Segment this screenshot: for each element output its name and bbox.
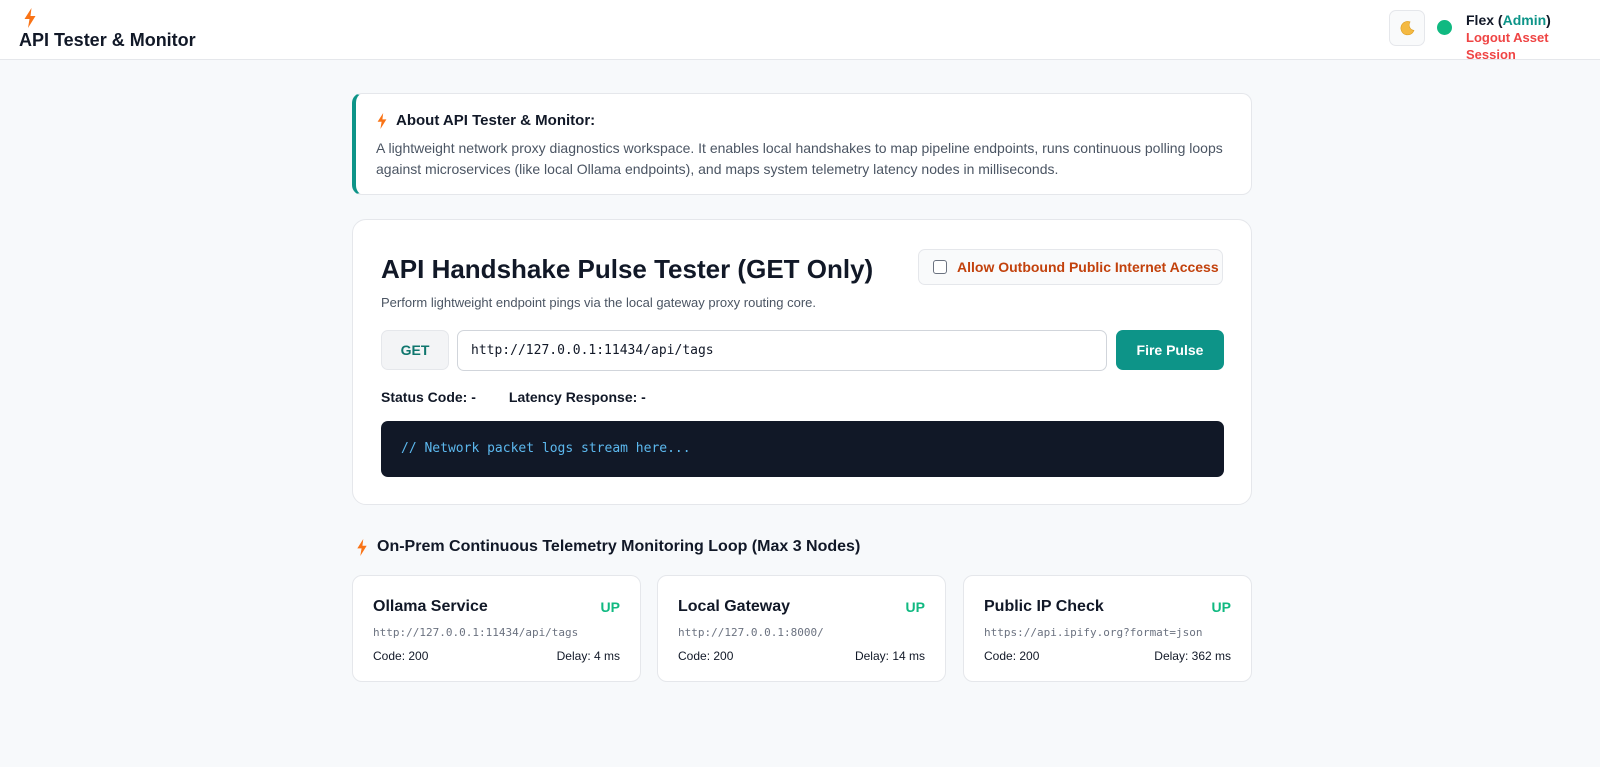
status-code-readout: Status Code: - [381,389,476,405]
about-heading: About API Tester & Monitor: [376,112,1231,129]
public-access-toggle[interactable]: Allow Outbound Public Internet Access [918,249,1223,285]
fire-pulse-button[interactable]: Fire Pulse [1116,330,1224,370]
node-delay: Delay: 4 ms [556,649,620,663]
bolt-icon [377,112,387,129]
node-status-badge: UP [600,599,620,615]
node-card-local-gateway: Local Gateway UP http://127.0.0.1:8000/ … [657,575,946,682]
app-title: API Tester & Monitor [19,30,196,50]
tester-title: API Handshake Pulse Tester (GET Only) [381,254,874,284]
public-access-checkbox[interactable] [933,260,947,274]
user-info: Flex (Admin) Logout Asset Session [1466,12,1600,63]
pulse-tester-card: API Handshake Pulse Tester (GET Only) Pe… [352,219,1252,505]
node-code: Code: 200 [373,649,429,663]
node-url: https://api.ipify.org?format=json [984,626,1203,639]
node-code: Code: 200 [984,649,1040,663]
packet-log-console: // Network packet logs stream here... [381,421,1224,477]
user-role-close: ) [1546,12,1551,28]
brand: API Tester & Monitor [19,8,196,51]
node-name: Ollama Service [373,598,488,615]
top-bar: API Tester & Monitor Flex (Admin) Logout… [0,0,1600,63]
node-card-ollama: Ollama Service UP http://127.0.0.1:11434… [352,575,641,682]
user-name: Flex [1466,12,1495,28]
response-metrics: Status Code: - Latency Response: - [381,389,646,405]
node-card-public-ip: Public IP Check UP https://api.ipify.org… [963,575,1252,682]
about-description: A lightweight network proxy diagnostics … [376,140,1223,177]
monitor-heading: On-Prem Continuous Telemetry Monitoring … [356,538,860,556]
about-panel: About API Tester & Monitor: A lightweigh… [352,93,1252,195]
moon-icon [1400,21,1415,36]
connection-status-dot [1437,20,1452,35]
bolt-icon [24,8,36,28]
user-role: Admin [1502,12,1547,28]
bolt-icon [357,538,367,556]
logout-link[interactable]: Logout Asset Session [1466,29,1600,63]
tester-subtitle: Perform lightweight endpoint pings via t… [381,295,817,310]
node-url: http://127.0.0.1:8000/ [678,626,824,639]
node-status-badge: UP [905,599,925,615]
node-name: Local Gateway [678,598,791,615]
node-delay: Delay: 362 ms [1154,649,1231,663]
latency-readout: Latency Response: - [508,389,646,405]
node-url: http://127.0.0.1:11434/api/tags [373,626,579,639]
node-name: Public IP Check [984,598,1104,615]
endpoint-url-input[interactable] [457,330,1107,371]
about-title: About API Tester & Monitor: [396,112,596,129]
theme-toggle-button[interactable] [1389,10,1425,46]
public-access-label: Allow Outbound Public Internet Access [957,259,1219,275]
monitor-title: On-Prem Continuous Telemetry Monitoring … [377,538,861,555]
http-method-label: GET [381,330,449,370]
node-code: Code: 200 [678,649,734,663]
user-line: Flex (Admin) [1466,12,1600,29]
node-delay: Delay: 14 ms [854,649,925,663]
node-status-badge: UP [1211,599,1231,615]
